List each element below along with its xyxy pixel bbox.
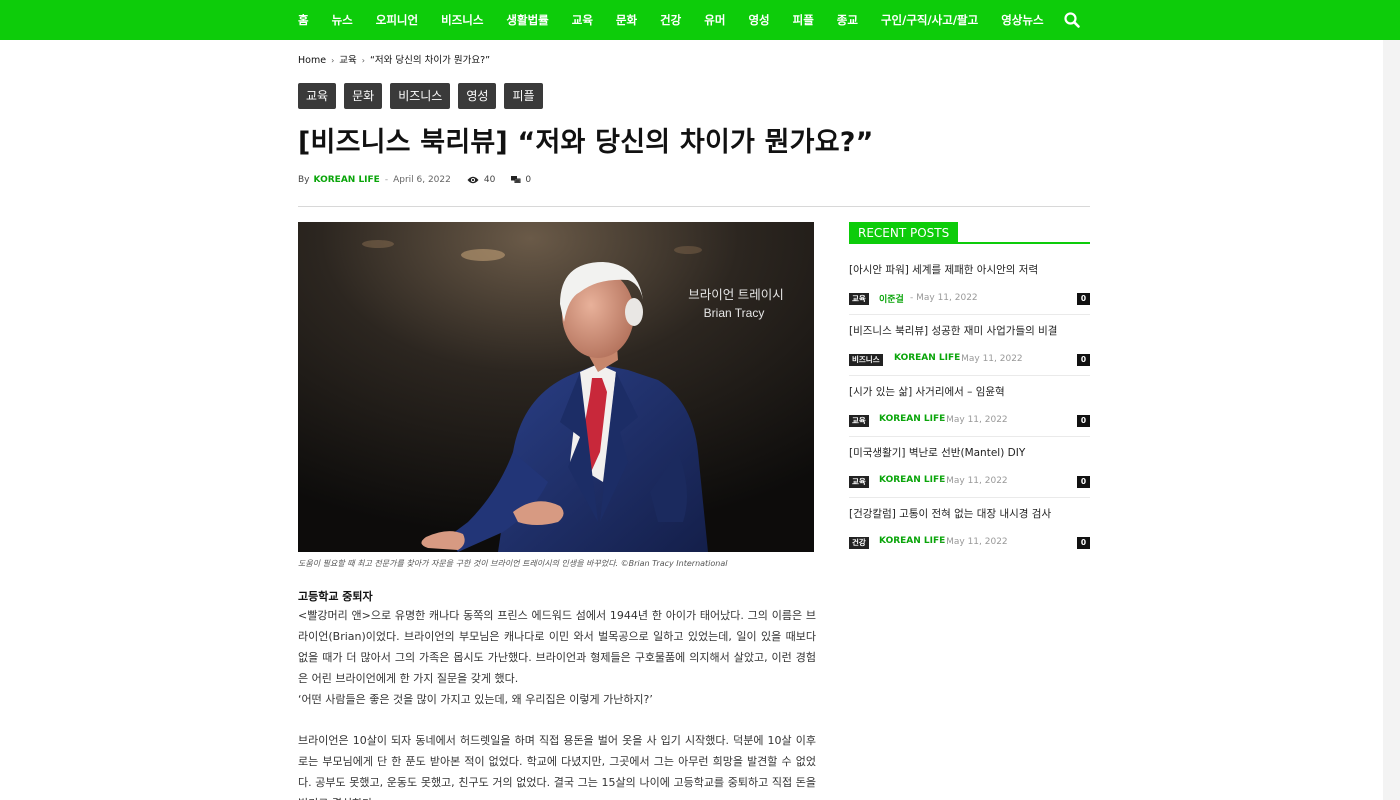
view-count: 40 [467, 175, 495, 185]
nav-item-religion[interactable]: 종교 [837, 12, 858, 28]
breadcrumb: Home › 교육 › “저와 당신의 차이가 뭔가요?” [298, 52, 490, 66]
nav-item-home[interactable]: 홈 [298, 12, 309, 28]
recent-post-title[interactable]: [비즈니스 북리뷰] 성공한 재미 사업가들의 비결 [849, 323, 1057, 338]
post-category-tags: 교육 문화 비즈니스 영성 피플 [298, 83, 551, 109]
nav-item-video-news[interactable]: 영상뉴스 [1001, 12, 1043, 28]
article-paragraph-2: 브라이언은 10살이 되자 동네에서 허드렛일을 하며 직접 용돈을 벌어 옷을… [298, 734, 816, 800]
recent-post-author[interactable]: KOREAN LIFE [894, 353, 960, 363]
recent-post-author[interactable]: KOREAN LIFE [879, 414, 945, 424]
recent-post-title[interactable]: [아시안 파워] 세계를 제패한 아시안의 저력 [849, 262, 1038, 277]
comment-count[interactable]: 0 [511, 175, 531, 185]
nav-item-news[interactable]: 뉴스 [332, 12, 353, 28]
nav-item-life-law[interactable]: 생활법률 [506, 12, 548, 28]
breadcrumb-current: “저와 당신의 차이가 뭔가요?” [369, 55, 491, 66]
article-subheading: 고등학교 중퇴자 [298, 590, 373, 603]
tag-business[interactable]: 비즈니스 [390, 83, 451, 109]
recent-post-author[interactable]: KOREAN LIFE [879, 536, 945, 546]
breadcrumb-separator-icon: › [361, 56, 365, 65]
recent-post-title[interactable]: [건강칼럼] 고통이 전혀 없는 대장 내시경 검사 [849, 506, 1051, 521]
post-title: [비즈니스 북리뷰] “저와 당신의 차이가 뭔가요?” [298, 127, 874, 158]
recent-post-category[interactable]: 교육 [849, 476, 869, 488]
image-caption: 도움이 필요할 때 최고 전문가를 찾아가 자문을 구한 것이 브라이언 트레이… [298, 559, 728, 568]
comment-icon [511, 176, 521, 183]
tag-spirituality[interactable]: 영성 [458, 83, 497, 109]
recent-post-date: - May 11, 2022 [910, 293, 978, 303]
recent-post-date: - May 11, 2022 [940, 476, 1008, 486]
post-date: April 6, 2022 [393, 175, 451, 185]
article-paragraph-1: <빨강머리 앤>으로 유명한 캐나다 동쪽의 프린스 에드워드 섬에서 1944… [298, 609, 816, 685]
meta-separator: - [384, 175, 389, 185]
recent-posts-header: RECENT POSTS [849, 222, 1090, 244]
recent-posts-title: RECENT POSTS [849, 222, 959, 242]
tag-people[interactable]: 피플 [504, 83, 543, 109]
view-count-value: 40 [483, 175, 496, 185]
image-overlay-name-en: Brian Tracy [704, 306, 765, 320]
recent-posts-list: [아시안 파워] 세계를 제패한 아시안의 저력 교육 이준걸 - May 11… [849, 254, 1090, 559]
comment-count-value: 0 [525, 175, 532, 185]
recent-post-category[interactable]: 건강 [849, 537, 869, 549]
recent-post-date: - May 11, 2022 [940, 537, 1008, 547]
recent-post-date: - May 11, 2022 [940, 415, 1008, 425]
nav-item-humor[interactable]: 유머 [704, 12, 725, 28]
nav-item-people[interactable]: 피플 [793, 12, 814, 28]
header-divider [298, 206, 1090, 207]
recent-post-comment-count[interactable]: 0 [1077, 476, 1090, 488]
tag-education[interactable]: 교육 [298, 83, 337, 109]
nav-item-spirituality[interactable]: 영성 [748, 12, 769, 28]
recent-post-category[interactable]: 교육 [849, 415, 869, 427]
nav-item-health[interactable]: 건강 [660, 12, 681, 28]
article-body: 고등학교 중퇴자 <빨강머리 앤>으로 유명한 캐나다 동쪽의 프린스 에드워드… [298, 589, 816, 800]
main-menu: 홈 뉴스 오피니언 비즈니스 생활법률 교육 문화 건강 유머 영성 피플 종교… [298, 0, 1067, 40]
recent-post-item: [비즈니스 북리뷰] 성공한 재미 사업가들의 비결 비즈니스 KOREAN L… [849, 315, 1090, 376]
breadcrumb-separator-icon: › [331, 56, 335, 65]
recent-post-item: [시가 있는 삶] 사거리에서 – 임윤혁 교육 KOREAN LIFE - M… [849, 376, 1090, 437]
recent-post-item: [아시안 파워] 세계를 제패한 아시안의 저력 교육 이준걸 - May 11… [849, 254, 1090, 315]
nav-item-opinion[interactable]: 오피니언 [376, 12, 418, 28]
recent-post-comment-count[interactable]: 0 [1077, 293, 1090, 305]
search-icon[interactable] [1063, 11, 1081, 29]
by-label: By [298, 175, 310, 185]
recent-post-title[interactable]: [시가 있는 삶] 사거리에서 – 임윤혁 [849, 384, 1005, 399]
post-meta: By KOREAN LIFE - April 6, 2022 40 0 [298, 175, 531, 185]
recent-post-category[interactable]: 교육 [849, 293, 869, 305]
article-quote: ‘어떤 사람들은 좋은 것을 많이 가지고 있는데, 왜 우리집은 이렇게 가난… [298, 693, 653, 706]
recent-post-author[interactable]: 이준걸 [879, 292, 904, 305]
recent-post-item: [미국생활기] 벽난로 선반(Mantel) DIY 교육 KOREAN LIF… [849, 437, 1090, 498]
page-scrollbar-track[interactable] [1383, 40, 1400, 800]
tag-culture[interactable]: 문화 [344, 83, 383, 109]
eye-icon [467, 176, 479, 184]
breadcrumb-home-link[interactable]: Home [298, 55, 326, 66]
recent-post-comment-count[interactable]: 0 [1077, 537, 1090, 549]
nav-item-education[interactable]: 교육 [572, 12, 593, 28]
nav-item-culture[interactable]: 문화 [616, 12, 637, 28]
recent-post-comment-count[interactable]: 0 [1077, 354, 1090, 366]
post-author-link[interactable]: KOREAN LIFE [314, 175, 380, 185]
breadcrumb-category-link[interactable]: 교육 [339, 55, 356, 66]
recent-post-comment-count[interactable]: 0 [1077, 415, 1090, 427]
top-navigation-bar: 홈 뉴스 오피니언 비즈니스 생활법률 교육 문화 건강 유머 영성 피플 종교… [0, 0, 1400, 40]
recent-post-item: [건강칼럼] 고통이 전혀 없는 대장 내시경 검사 건강 KOREAN LIF… [849, 498, 1090, 559]
recent-post-author[interactable]: KOREAN LIFE [879, 475, 945, 485]
featured-image: 브라이언 트레이시 Brian Tracy [298, 222, 814, 552]
nav-item-classifieds[interactable]: 구인/구직/사고/팔고 [881, 12, 978, 28]
image-overlay-name-ko: 브라이언 트레이시 [688, 288, 783, 302]
recent-post-category[interactable]: 비즈니스 [849, 354, 883, 366]
recent-post-title[interactable]: [미국생활기] 벽난로 선반(Mantel) DIY [849, 445, 1025, 460]
recent-post-date: - May 11, 2022 [955, 354, 1023, 364]
speaker-photo: 브라이언 트레이시 Brian Tracy [298, 222, 814, 552]
nav-item-business[interactable]: 비즈니스 [441, 12, 483, 28]
